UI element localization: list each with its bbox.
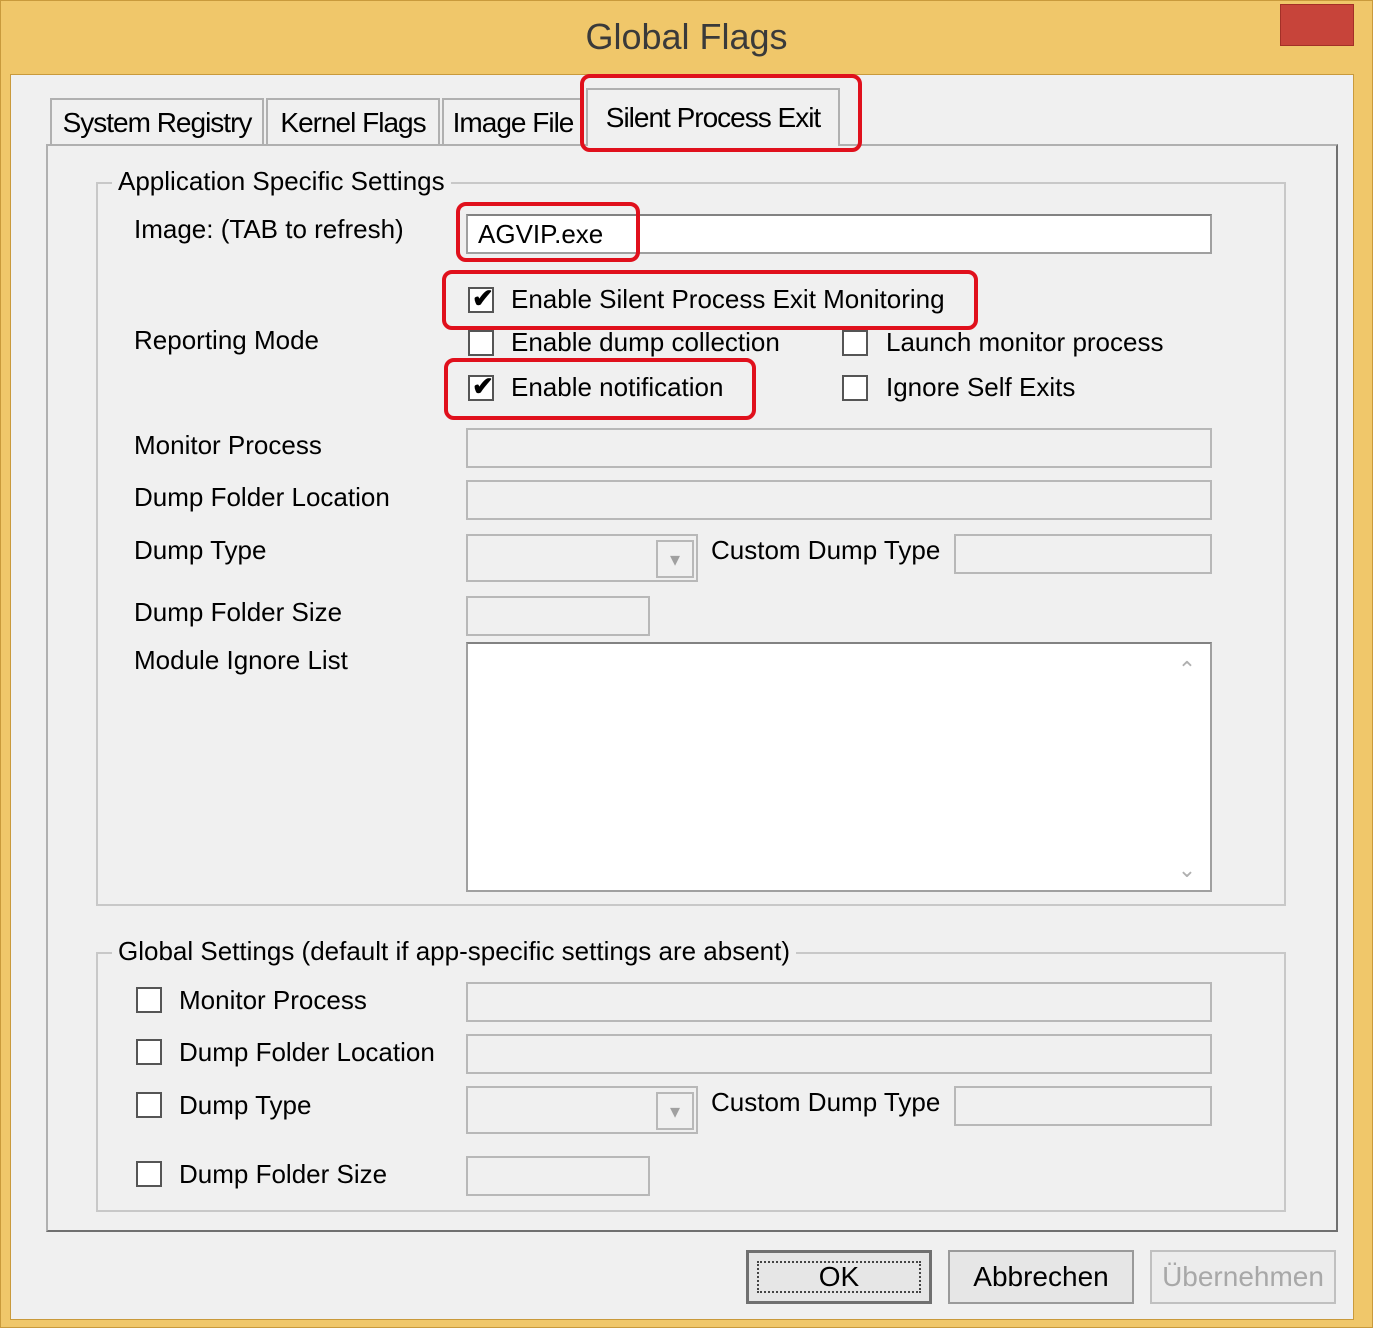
image-input[interactable]: [466, 214, 1212, 254]
enable-notification-label: Enable notification: [511, 372, 724, 402]
apply-label: Übernehmen: [1162, 1261, 1324, 1292]
dump-type-label: Dump Type: [134, 535, 267, 565]
global-dump-folder-size-label: Dump Folder Size: [179, 1159, 388, 1189]
global-dump-folder-location-label: Dump Folder Location: [179, 1037, 435, 1067]
ok-button[interactable]: OK: [746, 1250, 932, 1304]
global-monitor-process-input[interactable]: [466, 982, 1212, 1022]
global-custom-dump-type-label: Custom Dump Type: [711, 1087, 941, 1117]
check-icon: ✔: [472, 283, 494, 313]
enable-dump-checkbox[interactable]: [468, 330, 494, 356]
enable-monitoring-label: Enable Silent Process Exit Monitoring: [511, 284, 945, 314]
dump-type-combo[interactable]: ▾: [466, 534, 698, 582]
dump-folder-location-label: Dump Folder Location: [134, 482, 390, 512]
tab-silent-process-exit[interactable]: Silent Process Exit: [586, 88, 840, 146]
app-settings-legend: Application Specific Settings: [112, 166, 451, 197]
tab-label: System Registry: [62, 107, 253, 138]
enable-dump-label: Enable dump collection: [511, 327, 780, 357]
tab-image-file[interactable]: Image File: [442, 98, 584, 144]
global-dump-folder-size-input[interactable]: [466, 1156, 650, 1196]
enable-monitoring-checkbox[interactable]: ✔: [468, 283, 494, 313]
launch-monitor-label: Launch monitor process: [886, 327, 1164, 357]
monitor-process-input[interactable]: [466, 428, 1212, 468]
module-ignore-list-label: Module Ignore List: [134, 645, 348, 675]
global-settings-legend: Global Settings (default if app-specific…: [112, 936, 797, 967]
reporting-mode-label: Reporting Mode: [134, 325, 319, 355]
close-button[interactable]: [1280, 4, 1354, 46]
module-ignore-list-textarea[interactable]: ⌃ ⌄: [466, 642, 1212, 892]
global-dump-folder-size-checkbox[interactable]: [136, 1161, 162, 1187]
scroll-down-icon[interactable]: ⌄: [1172, 852, 1202, 882]
image-label: Image: (TAB to refresh): [134, 214, 404, 244]
global-dump-type-checkbox[interactable]: [136, 1092, 162, 1118]
global-dump-folder-location-input[interactable]: [466, 1034, 1212, 1074]
enable-notification-checkbox[interactable]: ✔: [468, 371, 494, 401]
monitor-process-label: Monitor Process: [134, 430, 322, 460]
cancel-button[interactable]: Abbrechen: [948, 1250, 1134, 1304]
tab-label: Silent Process Exit: [605, 102, 821, 133]
tab-label: Kernel Flags: [280, 107, 426, 138]
scroll-up-icon[interactable]: ⌃: [1172, 652, 1202, 682]
custom-dump-type-label: Custom Dump Type: [711, 535, 941, 565]
tab-system-registry[interactable]: System Registry: [50, 98, 264, 144]
apply-button[interactable]: Übernehmen: [1150, 1250, 1336, 1304]
chevron-down-icon[interactable]: ▾: [656, 1092, 694, 1130]
launch-monitor-checkbox[interactable]: [842, 330, 868, 356]
focus-rectangle: [757, 1261, 921, 1293]
tab-label: Image File: [452, 107, 575, 138]
tab-kernel-flags[interactable]: Kernel Flags: [266, 98, 440, 144]
ignore-self-exits-label: Ignore Self Exits: [886, 372, 1076, 402]
dump-folder-size-label: Dump Folder Size: [134, 597, 343, 627]
global-monitor-process-label: Monitor Process: [179, 985, 367, 1015]
global-custom-dump-type-input[interactable]: [954, 1086, 1212, 1126]
global-dump-type-label: Dump Type: [179, 1090, 312, 1120]
global-monitor-process-checkbox[interactable]: [136, 987, 162, 1013]
chevron-down-icon[interactable]: ▾: [656, 540, 694, 578]
cancel-label: Abbrechen: [973, 1261, 1109, 1292]
check-icon: ✔: [472, 371, 494, 401]
window-title: Global Flags: [585, 16, 788, 57]
global-dump-type-combo[interactable]: ▾: [466, 1086, 698, 1134]
dump-folder-location-input[interactable]: [466, 480, 1212, 520]
custom-dump-type-input[interactable]: [954, 534, 1212, 574]
global-dump-folder-location-checkbox[interactable]: [136, 1039, 162, 1065]
ignore-self-exits-checkbox[interactable]: [842, 375, 868, 401]
dump-folder-size-input[interactable]: [466, 596, 650, 636]
